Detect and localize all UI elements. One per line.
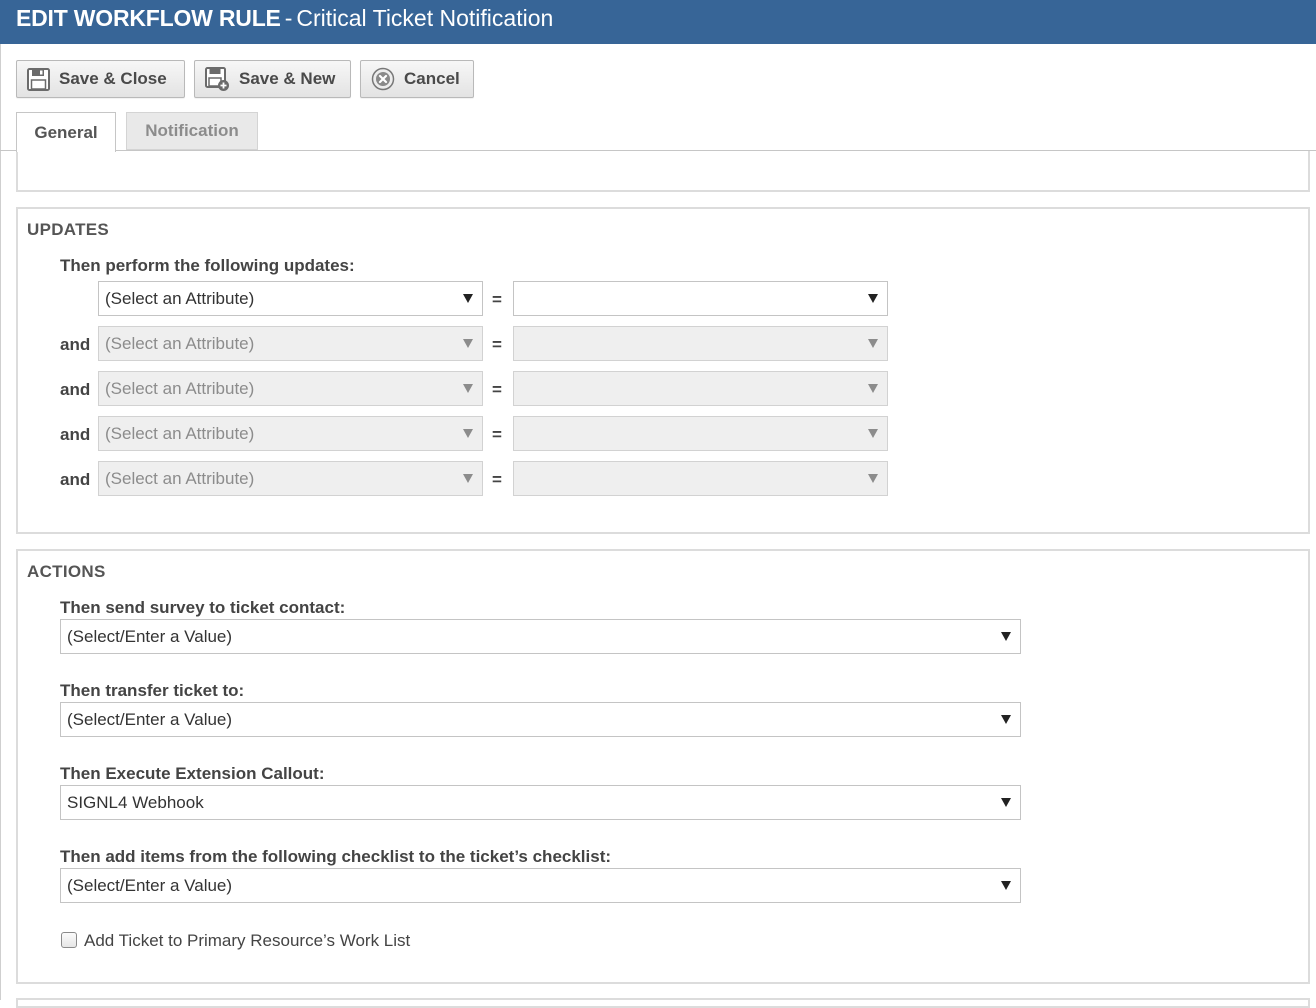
window-title-separator: - bbox=[284, 5, 293, 31]
tab-notification-label: Notification bbox=[145, 121, 239, 140]
update-value-select-2[interactable] bbox=[513, 326, 888, 361]
and-label: and bbox=[60, 335, 91, 354]
checklist-value: (Select/Enter a Value) bbox=[67, 875, 233, 895]
dropdown-arrow-icon bbox=[1001, 715, 1011, 724]
actions-section: ACTIONS Then send survey to ticket conta… bbox=[16, 549, 1310, 984]
worklist-checkbox[interactable] bbox=[61, 932, 77, 948]
dropdown-arrow-icon bbox=[868, 429, 878, 438]
update-attribute-value: (Select an Attribute) bbox=[105, 288, 255, 308]
dropdown-arrow-icon bbox=[868, 294, 878, 303]
window-title-rule-name: Critical Ticket Notification bbox=[296, 5, 554, 31]
dropdown-arrow-icon bbox=[463, 339, 473, 348]
callout-value: SIGNL4 Webhook bbox=[67, 792, 204, 812]
update-attribute-value: (Select an Attribute) bbox=[105, 468, 255, 488]
equals-sign: = bbox=[492, 380, 502, 399]
update-value-select-4[interactable] bbox=[513, 416, 888, 451]
dropdown-arrow-icon bbox=[868, 384, 878, 393]
callout-label: Then Execute Extension Callout: bbox=[60, 764, 325, 783]
update-attribute-value: (Select an Attribute) bbox=[105, 378, 255, 398]
tab-general-label: General bbox=[34, 122, 98, 142]
previous-section-bottom bbox=[16, 151, 1310, 192]
and-label: and bbox=[60, 425, 91, 444]
dropdown-arrow-icon bbox=[463, 294, 473, 303]
survey-label: Then send survey to ticket contact: bbox=[60, 598, 346, 617]
update-value-select-3[interactable] bbox=[513, 371, 888, 406]
equals-sign: = bbox=[492, 470, 502, 489]
equals-sign: = bbox=[492, 335, 502, 354]
dropdown-arrow-icon bbox=[463, 384, 473, 393]
transfer-value: (Select/Enter a Value) bbox=[67, 709, 233, 729]
survey-select[interactable]: (Select/Enter a Value) bbox=[60, 619, 1021, 654]
window-title-main: EDIT WORKFLOW RULE bbox=[16, 5, 281, 31]
floppy-disk-icon bbox=[27, 67, 50, 91]
save-close-label: Save & Close bbox=[59, 69, 167, 88]
update-attribute-value: (Select an Attribute) bbox=[105, 423, 255, 443]
cancel-circle-icon bbox=[371, 67, 395, 91]
update-attribute-select-2[interactable]: (Select an Attribute) bbox=[98, 326, 483, 361]
update-attribute-select-4[interactable]: (Select an Attribute) bbox=[98, 416, 483, 451]
save-new-button[interactable]: Save & New bbox=[194, 60, 351, 98]
page-border bbox=[0, 44, 1, 1000]
dropdown-arrow-icon bbox=[868, 474, 878, 483]
title-bar: EDIT WORKFLOW RULE - Critical Ticket Notif… bbox=[0, 0, 1316, 44]
save-new-label: Save & New bbox=[239, 69, 336, 88]
dropdown-arrow-icon bbox=[1001, 632, 1011, 641]
equals-sign: = bbox=[492, 425, 502, 444]
dropdown-arrow-icon bbox=[1001, 881, 1011, 890]
dropdown-arrow-icon bbox=[868, 339, 878, 348]
checklist-select[interactable]: (Select/Enter a Value) bbox=[60, 868, 1021, 903]
dropdown-arrow-icon bbox=[463, 474, 473, 483]
and-label: and bbox=[60, 470, 91, 489]
floppy-disk-plus-icon bbox=[205, 66, 229, 91]
update-attribute-select-5[interactable]: (Select an Attribute) bbox=[98, 461, 483, 496]
transfer-label: Then transfer ticket to: bbox=[60, 681, 245, 700]
transfer-select[interactable]: (Select/Enter a Value) bbox=[60, 702, 1021, 737]
worklist-checkbox-label[interactable]: Add Ticket to Primary Resource’s Work Li… bbox=[84, 931, 410, 951]
dropdown-arrow-icon bbox=[1001, 798, 1011, 807]
updates-prompt: Then perform the following updates: bbox=[60, 256, 355, 275]
dropdown-arrow-icon bbox=[463, 429, 473, 438]
update-value-select-5[interactable] bbox=[513, 461, 888, 496]
update-value-select-1[interactable] bbox=[513, 281, 888, 316]
actions-section-title: ACTIONS bbox=[27, 562, 106, 581]
updates-section-title: UPDATES bbox=[27, 220, 110, 239]
update-attribute-select-1[interactable]: (Select an Attribute) bbox=[98, 281, 483, 316]
update-attribute-select-3[interactable]: (Select an Attribute) bbox=[98, 371, 483, 406]
tab-notification[interactable]: Notification bbox=[126, 112, 258, 150]
equals-sign: = bbox=[492, 290, 502, 309]
survey-value: (Select/Enter a Value) bbox=[67, 626, 233, 646]
checklist-label: Then add items from the following checkl… bbox=[60, 847, 612, 866]
update-attribute-value: (Select an Attribute) bbox=[105, 333, 255, 353]
callout-select[interactable]: SIGNL4 Webhook bbox=[60, 785, 1021, 820]
save-close-button[interactable]: Save & Close bbox=[16, 60, 185, 98]
and-label: and bbox=[60, 380, 91, 399]
cancel-button[interactable]: Cancel bbox=[360, 60, 474, 98]
cancel-label: Cancel bbox=[404, 69, 460, 88]
updates-section: UPDATES Then perform the following updat… bbox=[16, 207, 1310, 534]
tab-general[interactable]: General bbox=[16, 112, 116, 152]
